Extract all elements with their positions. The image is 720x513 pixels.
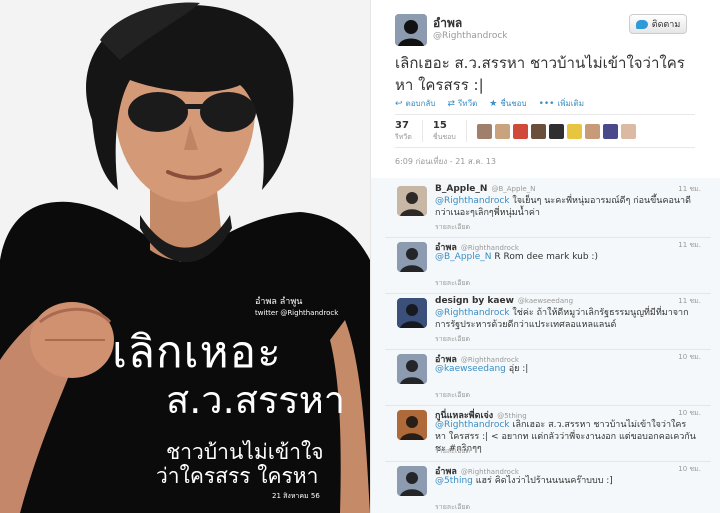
author-handle[interactable]: @Righthandrock — [433, 31, 508, 41]
reply-item[interactable]: อำพล @Righthandrock 10 ชม. @5thing แฮร่ ค… — [385, 460, 711, 513]
reply-action[interactable]: ↩ ตอบกลับ — [395, 97, 435, 110]
profile-silhouette-icon — [395, 14, 427, 46]
shirt-line-2: ว่าใครสรร ใครหา — [156, 464, 319, 488]
tweet-stats: 37 รีทวีต 15 ชื่นชอบ — [395, 120, 636, 142]
reply-details-link[interactable]: รายละเอียด — [435, 390, 470, 401]
favoriter-avatar[interactable] — [476, 123, 492, 139]
favoriter-avatar[interactable] — [548, 123, 564, 139]
profile-picture-icon — [397, 242, 427, 272]
reply-time[interactable]: 11 ชม. — [678, 240, 701, 251]
avatar[interactable] — [397, 298, 427, 328]
reply-details-link[interactable]: รายละเอียด — [435, 446, 470, 457]
tweet-panel: อำพล @Righthandrock ติดตาม เลิกเฮอะ ส.ว.… — [370, 0, 720, 513]
profile-picture-icon — [397, 186, 427, 216]
poster-photo: อำพล ลำพูน twitter @Righthandrock เลิกเห… — [0, 0, 370, 513]
reply-mention[interactable]: @Righthandrock — [435, 420, 510, 430]
more-label: เพิ่มเติม — [557, 99, 584, 108]
favorite-count[interactable]: 15 ชื่นชอบ — [433, 120, 467, 142]
favoriter-avatar[interactable] — [530, 123, 546, 139]
more-action[interactable]: ••• เพิ่มเติม — [539, 97, 584, 110]
reply-time[interactable]: 10 ชม. — [678, 464, 701, 475]
reply-author-handle: @B_Apple_N — [491, 185, 536, 193]
profile-picture-icon — [397, 354, 427, 384]
divider — [395, 114, 695, 115]
star-icon: ★ — [489, 98, 498, 109]
reply-item[interactable]: B_Apple_N @B_Apple_N 11 ชม. @Righthandroc… — [385, 180, 711, 238]
avatar[interactable] — [397, 410, 427, 440]
man-illustration — [0, 0, 370, 513]
reply-item[interactable]: กูนี่แหละพี่ดเจ่ง @5thing 10 ชม. @Rightha… — [385, 404, 711, 462]
reply-author-name: B_Apple_N — [435, 184, 488, 194]
tweet-text: เลิกเฮอะ ส.ว.สรรหา ชาวบ้านไม่เข้าใจว่าใค… — [395, 54, 685, 94]
tweet-actions: ↩ ตอบกลับ ⇄ รีทวีต ★ ชื่นชอบ ••• เพิ่มเต… — [395, 97, 584, 110]
profile-picture-icon — [397, 466, 427, 496]
reply-details-link[interactable]: รายละเอียด — [435, 334, 470, 345]
reply-mention[interactable]: @kaewseedang — [435, 364, 506, 374]
favoriter-avatar[interactable] — [512, 123, 528, 139]
reply-text: @B_Apple_N R Rom dee mark kub :) — [435, 251, 697, 263]
retweet-icon: ⇄ — [447, 98, 455, 109]
reply-author-handle: @kaewseedang — [517, 297, 574, 305]
retweet-action[interactable]: ⇄ รีทวีต — [447, 97, 477, 110]
twitter-bird-icon — [635, 19, 648, 29]
reply-author[interactable]: B_Apple_N @B_Apple_N — [435, 184, 535, 194]
reply-body: แฮร่ คิดไงว่าไปร้านนนนคร๊าบบบ :] — [472, 476, 613, 486]
avatar[interactable] — [395, 14, 427, 46]
tweet-timestamp[interactable]: 6:09 ก่อนเที่ยง - 21 ส.ค. 13 — [395, 155, 496, 168]
follow-button-label: ติดตาม — [651, 20, 681, 30]
reply-author[interactable]: design by kaew @kaewseedang — [435, 296, 573, 306]
reply-item[interactable]: อำพล @Righthandrock 11 ชม. @B_Apple_N R R… — [385, 236, 711, 294]
reply-author-name: design by kaew — [435, 296, 514, 306]
reply-mention[interactable]: @5thing — [435, 476, 473, 486]
shirt-name-text: อำพล ลำพูน — [255, 297, 303, 307]
favoriter-avatar[interactable] — [620, 123, 636, 139]
reply-text: @Righthandrock เลิกเฮอะ ส.ว.สรรหา ชาวบ้า… — [435, 419, 697, 455]
avatar[interactable] — [397, 242, 427, 272]
retweet-count[interactable]: 37 รีทวีต — [395, 120, 423, 142]
reply-time[interactable]: 11 ชม. — [678, 296, 701, 307]
shirt-subheadline: ส.ว.สรรหา — [166, 378, 346, 422]
favoriter-avatar[interactable] — [566, 123, 582, 139]
reply-icon: ↩ — [395, 98, 403, 109]
reply-mention[interactable]: @B_Apple_N — [435, 252, 492, 262]
divider — [395, 147, 695, 148]
reply-details-link[interactable]: รายละเอียด — [435, 502, 470, 513]
shirt-date: 21 สิงหาคม 56 — [272, 492, 320, 500]
reply-body: R Rom dee mark kub :) — [491, 252, 598, 262]
reply-body: อุ่ย :| — [505, 364, 529, 374]
avatar[interactable] — [397, 186, 427, 216]
retweet-label: รีทวีต — [458, 99, 478, 108]
reply-details-link[interactable]: รายละเอียด — [435, 222, 470, 233]
reply-time[interactable]: 10 ชม. — [678, 352, 701, 363]
reply-text: @Righthandrock ใจเย็นๆ นะคะพี่หนุ่มอารมณ… — [435, 195, 697, 219]
favoriter-avatar[interactable] — [584, 123, 600, 139]
follow-button[interactable]: ติดตาม — [629, 14, 687, 34]
reply-time[interactable]: 11 ชม. — [678, 184, 701, 195]
favoriter-avatar[interactable] — [494, 123, 510, 139]
favoriter-avatar[interactable] — [602, 123, 618, 139]
reply-mention[interactable]: @Righthandrock — [435, 196, 510, 206]
reply-label: ตอบกลับ — [405, 99, 436, 108]
reply-text: @Righthandrock ใช่ค่ะ ถ้าให้ดีหมูว่าเลิก… — [435, 307, 697, 331]
avatar[interactable] — [397, 466, 427, 496]
favoriter-avatars — [476, 123, 636, 139]
shirt-headline: เลิกเหอะ — [112, 327, 282, 378]
reply-text: @5thing แฮร่ คิดไงว่าไปร้านนนนคร๊าบบบ :] — [435, 475, 697, 487]
reply-item[interactable]: design by kaew @kaewseedang 11 ชม. @Right… — [385, 292, 711, 350]
shirt-line-1: ชาวบ้านไม่เข้าใจ — [166, 440, 324, 464]
reply-time[interactable]: 10 ชม. — [678, 408, 701, 419]
favorite-label: ชื่นชอบ — [500, 99, 527, 108]
reply-mention[interactable]: @Righthandrock — [435, 308, 510, 318]
more-icon: ••• — [538, 98, 555, 109]
reply-text: @kaewseedang อุ่ย :| — [435, 363, 697, 375]
favorite-action[interactable]: ★ ชื่นชอบ — [489, 97, 526, 110]
shirt-handle-text: twitter @Righthandrock — [255, 309, 339, 317]
profile-picture-icon — [397, 298, 427, 328]
profile-picture-icon — [397, 410, 427, 440]
reply-item[interactable]: อำพล @Righthandrock 10 ชม. @kaewseedang อ… — [385, 348, 711, 406]
reply-details-link[interactable]: รายละเอียด — [435, 278, 470, 289]
avatar[interactable] — [397, 354, 427, 384]
